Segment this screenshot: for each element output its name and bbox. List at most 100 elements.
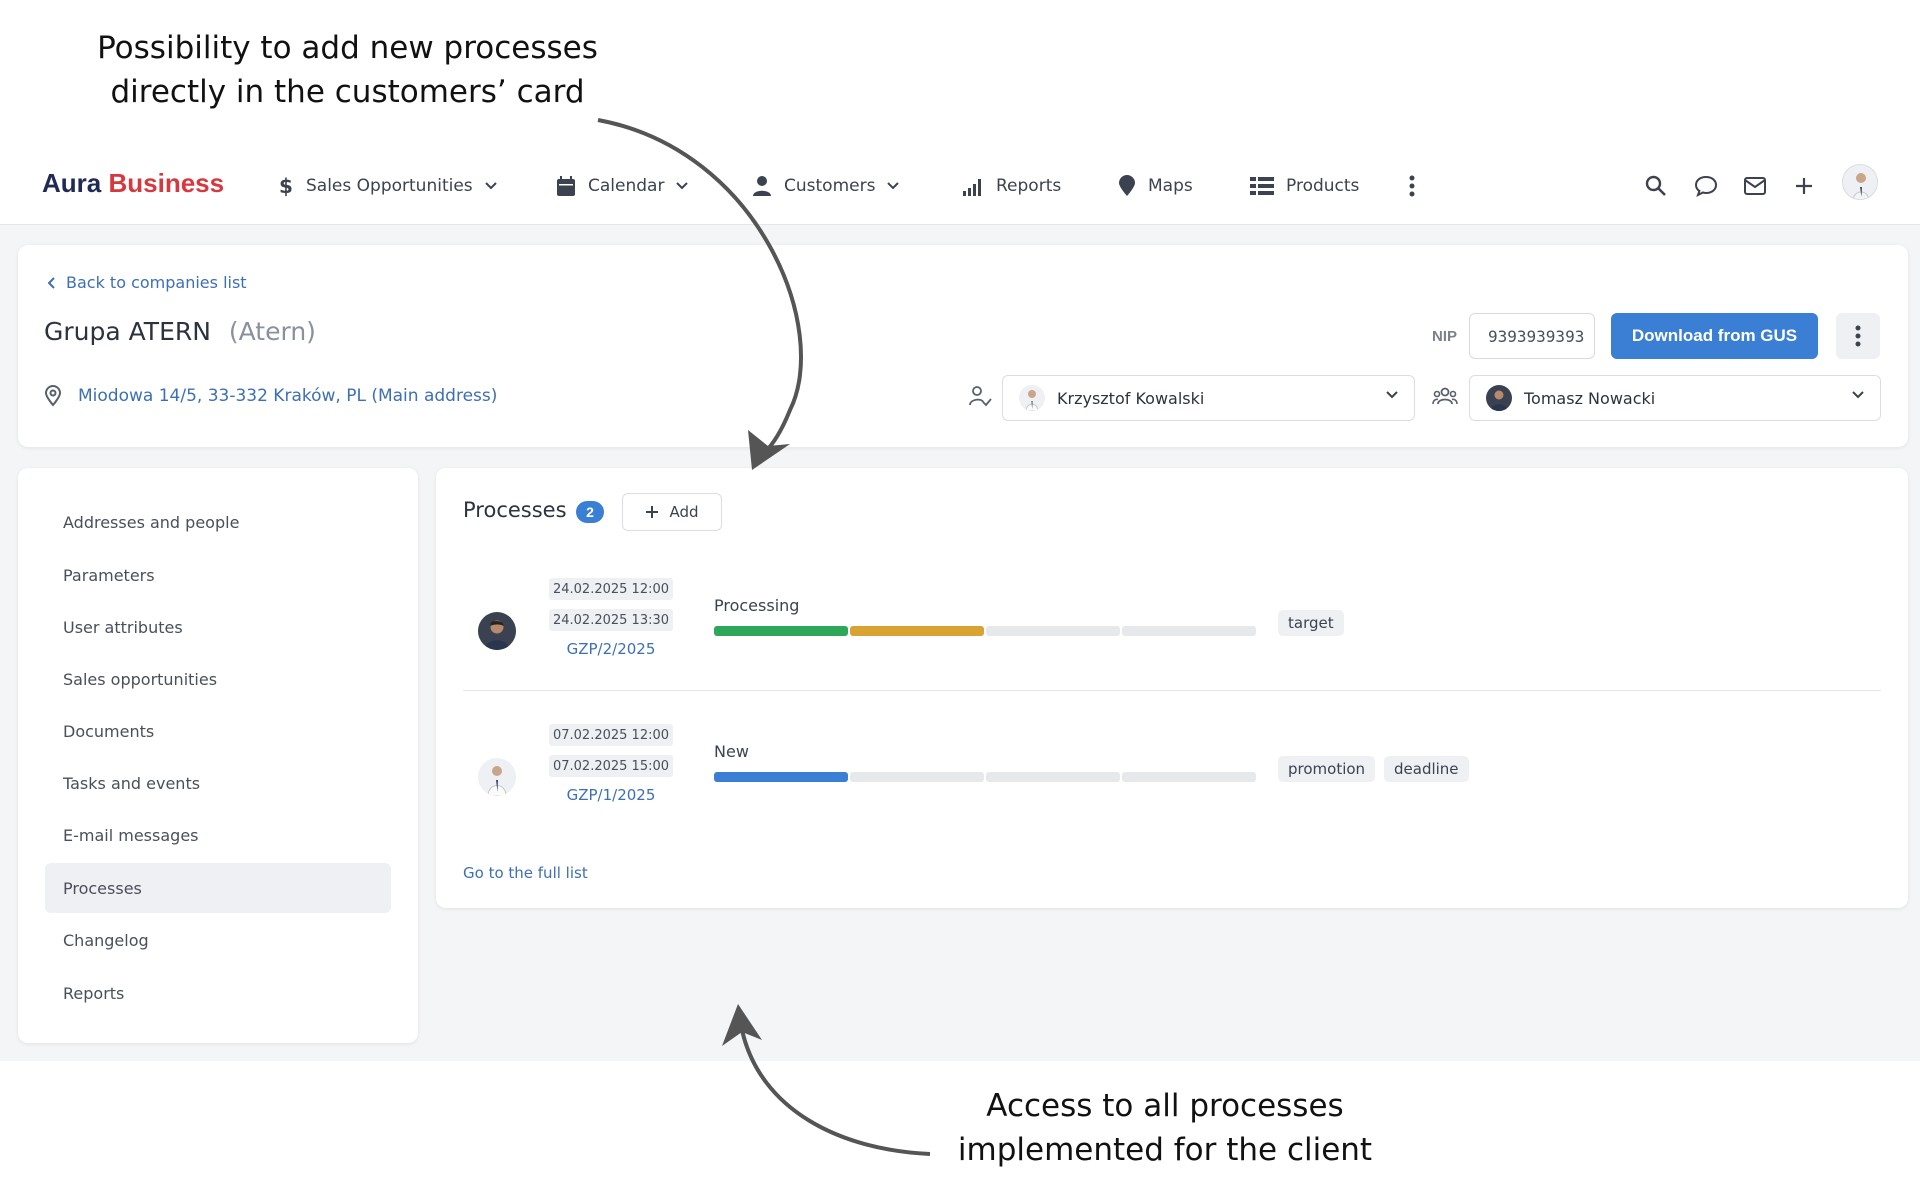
company-short-name: (Atern)	[228, 317, 316, 346]
process-stage-bar	[714, 772, 1258, 782]
sidebar-item-label: User attributes	[63, 617, 183, 637]
process-tag: promotion	[1278, 756, 1376, 782]
process-code-link[interactable]: GZP/1/2025	[549, 786, 673, 804]
company-title: Grupa ATERN (Atern)	[44, 317, 316, 346]
nav-label: Maps	[1148, 176, 1193, 196]
nip-input[interactable]: 9393939393	[1469, 313, 1595, 359]
nav-label: Sales Opportunities	[306, 176, 473, 196]
process-row[interactable]: 24.02.2025 12:00 24.02.2025 13:30 GZP/2/…	[463, 570, 1881, 690]
logo-part1: Aura	[42, 168, 102, 198]
nav-sales-opportunities[interactable]: $ Sales Opportunities	[276, 168, 497, 204]
sidebar-item-processes[interactable]: Processes	[45, 863, 391, 913]
process-start-date: 07.02.2025 12:00	[549, 724, 673, 746]
process-status: New	[714, 742, 749, 761]
company-more-button[interactable]	[1836, 313, 1880, 359]
mail-icon	[1744, 177, 1766, 195]
stage-segment	[1122, 626, 1256, 636]
process-end-date: 07.02.2025 15:00	[549, 755, 673, 777]
annotation-top-line1: Possibility to add new processes	[97, 30, 598, 66]
sidebar-item-label: Parameters	[63, 565, 155, 585]
sidebar-item-label: Sales opportunities	[63, 669, 218, 689]
process-tag: deadline	[1384, 756, 1469, 782]
calendar-icon	[557, 176, 575, 196]
app-window: Aura Business $ Sales Opportunities Cale…	[0, 148, 1920, 1061]
app-logo[interactable]: Aura Business	[42, 168, 224, 199]
stage-segment	[1122, 772, 1256, 782]
annotation-bottom: Access to all processes implemented for …	[920, 1084, 1410, 1172]
stage-segment	[986, 772, 1120, 782]
dollar-icon: $	[279, 175, 293, 197]
sidebar-item-reports[interactable]: Reports	[45, 968, 391, 1018]
team-member-name: Tomasz Nowacki	[1524, 388, 1656, 408]
download-from-gus-button[interactable]: Download from GUS	[1611, 313, 1818, 359]
search-icon	[1645, 175, 1666, 196]
chat-button[interactable]	[1688, 168, 1724, 204]
process-row[interactable]: 07.02.2025 12:00 07.02.2025 15:00 GZP/1/…	[463, 716, 1881, 836]
person-avatar-icon	[1486, 385, 1512, 411]
stage-segment	[850, 772, 984, 782]
list-grid-icon	[1250, 177, 1274, 195]
processes-panel: Processes 2 Add 24.02.2025 12:00 24.02.2…	[436, 468, 1908, 908]
process-status: Processing	[714, 596, 800, 615]
person-icon	[753, 176, 771, 196]
more-menu-button[interactable]	[1394, 168, 1430, 204]
sidebar-item-documents[interactable]: Documents	[45, 706, 391, 756]
sidebar-item-label: Tasks and events	[63, 773, 201, 793]
search-button[interactable]	[1638, 168, 1674, 204]
nav-reports[interactable]: Reports	[962, 168, 1061, 204]
sidebar-item-parameters[interactable]: Parameters	[45, 550, 391, 600]
plus-icon	[1796, 178, 1812, 194]
stage-segment	[714, 626, 848, 636]
location-pin-icon	[44, 385, 62, 407]
nav-products[interactable]: Products	[1250, 168, 1359, 204]
sidebar-item-sales-opportunities[interactable]: Sales opportunities	[45, 654, 391, 704]
process-assignee-avatar	[478, 758, 516, 796]
team-icon	[1432, 385, 1458, 412]
sidebar-item-user-attributes[interactable]: User attributes	[45, 602, 391, 652]
users-group-icon	[1432, 387, 1458, 405]
nav-label: Reports	[996, 176, 1062, 196]
row-divider	[463, 690, 1881, 691]
sidebar-item-email-messages[interactable]: E-mail messages	[45, 810, 391, 860]
process-end-date: 24.02.2025 13:30	[549, 609, 673, 631]
user-check-icon	[969, 386, 992, 407]
top-navigation: Aura Business $ Sales Opportunities Cale…	[0, 148, 1920, 225]
annotation-bottom-line1: Access to all processes	[986, 1088, 1344, 1124]
owner-icon	[968, 385, 992, 412]
map-pin-icon	[1119, 175, 1135, 196]
sidebar-item-changelog[interactable]: Changelog	[45, 915, 391, 965]
owner-select[interactable]: Krzysztof Kowalski	[1002, 375, 1415, 421]
chevron-down-icon	[1386, 391, 1398, 399]
kebab-menu-icon	[1409, 175, 1415, 197]
back-link-label: Back to companies list	[66, 273, 247, 292]
nip-value: 9393939393	[1488, 326, 1585, 346]
team-member-select[interactable]: Tomasz Nowacki	[1469, 375, 1881, 421]
back-to-companies-link[interactable]: Back to companies list	[48, 273, 247, 292]
stage-segment	[714, 772, 848, 782]
user-avatar[interactable]	[1842, 164, 1878, 200]
nav-calendar[interactable]: Calendar	[556, 168, 689, 204]
add-button[interactable]	[1786, 168, 1822, 204]
add-process-button[interactable]: Add	[622, 493, 722, 531]
chevron-down-icon	[484, 182, 497, 190]
person-avatar-icon	[1852, 173, 1870, 199]
process-tag: target	[1278, 610, 1344, 636]
logo-part2: Business	[108, 168, 225, 198]
sidebar-item-addresses-and-people[interactable]: Addresses and people	[45, 497, 391, 547]
nav-maps[interactable]: Maps	[1118, 168, 1193, 204]
go-to-full-list-link[interactable]: Go to the full list	[463, 864, 588, 882]
process-code-link[interactable]: GZP/2/2025	[549, 640, 673, 658]
processes-count-badge: 2	[576, 501, 604, 523]
company-address[interactable]: Miodowa 14/5, 33-332 Kraków, PL (Main ad…	[44, 385, 497, 407]
processes-title: Processes	[463, 498, 567, 522]
address-text: Miodowa 14/5, 33-332 Kraków, PL (Main ad…	[78, 386, 498, 406]
nav-label: Customers	[784, 176, 876, 196]
annotation-top-line2: directly in the customers’ card	[110, 74, 585, 110]
nav-customers[interactable]: Customers	[752, 168, 900, 204]
sidebar-item-tasks-and-events[interactable]: Tasks and events	[45, 758, 391, 808]
nav-label: Calendar	[588, 176, 665, 196]
company-name: Grupa ATERN	[44, 317, 211, 346]
add-process-label: Add	[669, 503, 699, 521]
mail-button[interactable]	[1737, 168, 1773, 204]
owner-avatar	[1019, 385, 1045, 411]
